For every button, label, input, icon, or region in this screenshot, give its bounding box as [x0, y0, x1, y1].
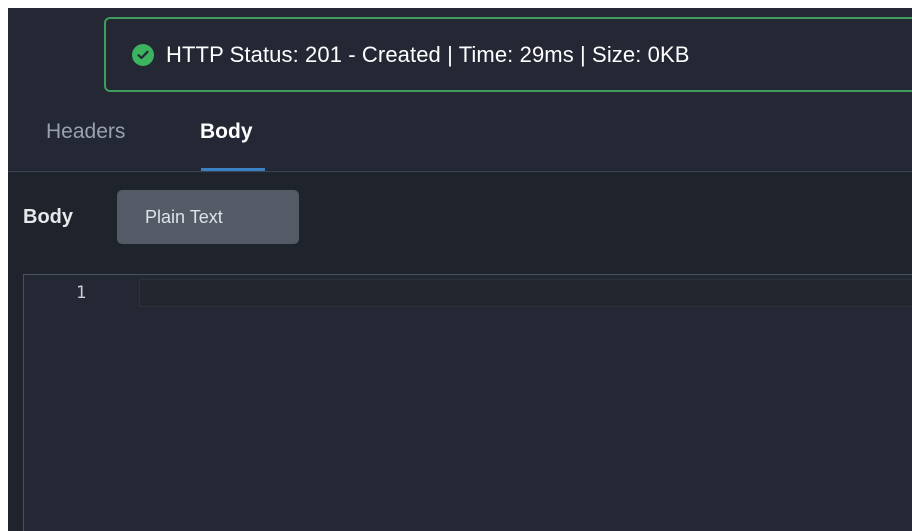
response-tabs: Headers Body: [8, 100, 912, 172]
status-text: HTTP Status: 201 - Created | Time: 29ms …: [166, 41, 690, 67]
line-number: 1: [76, 283, 87, 303]
body-section: Body Plain Text 1: [8, 173, 912, 531]
tab-headers[interactable]: Headers: [46, 120, 125, 144]
check-circle-icon: [132, 43, 154, 66]
body-editor[interactable]: 1: [23, 274, 912, 531]
active-tab-indicator: [201, 168, 265, 171]
tab-body[interactable]: Body: [200, 120, 253, 144]
response-panel: HTTP Status: 201 - Created | Time: 29ms …: [8, 8, 912, 531]
body-label: Body: [23, 206, 73, 228]
editor-current-line[interactable]: [139, 279, 912, 307]
status-banner: HTTP Status: 201 - Created | Time: 29ms …: [104, 17, 912, 92]
body-format-button[interactable]: Plain Text: [117, 190, 299, 244]
